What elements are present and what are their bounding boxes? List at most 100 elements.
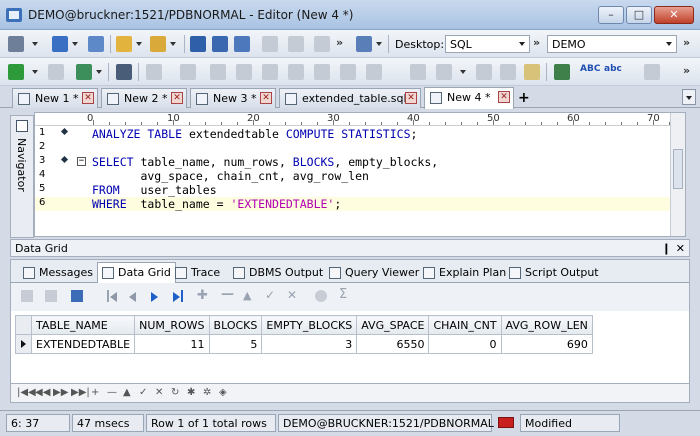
column-header[interactable]: AVG_ROW_LEN: [500, 315, 593, 335]
last-record-icon[interactable]: [173, 292, 180, 302]
editor-scrollbar[interactable]: [670, 113, 685, 236]
data-grid[interactable]: TABLE_NAME NUM_ROWS BLOCKS EMPTY_BLOCKS AVG_…: [10, 311, 690, 383]
new-tab-icon[interactable]: +: [518, 90, 530, 106]
column-header[interactable]: AVG_SPACE: [356, 315, 430, 335]
close-button[interactable]: ✕: [654, 6, 694, 24]
desktop-select[interactable]: SQL: [445, 35, 530, 53]
desktop-icon[interactable]: [356, 36, 372, 52]
chevron-down-icon[interactable]: [170, 42, 176, 46]
column-header[interactable]: TABLE_NAME: [30, 315, 136, 335]
toolbar-overflow-icon[interactable]: »: [683, 64, 690, 77]
column-header[interactable]: CHAIN_CNT: [428, 315, 502, 335]
tab-dbms-output[interactable]: DBMS Output: [229, 263, 327, 283]
chevron-down-icon[interactable]: [136, 42, 142, 46]
result-tabs: Messages Data Grid Trace DBMS Output Que…: [10, 259, 690, 284]
table-cell[interactable]: 5: [208, 334, 263, 354]
chevron-down-icon[interactable]: [32, 42, 38, 46]
checklist-icon[interactable]: [554, 64, 570, 80]
toolbar-overflow-icon[interactable]: »: [336, 36, 343, 49]
tab-script-output[interactable]: Script Output: [505, 263, 603, 283]
chevron-down-icon[interactable]: [376, 42, 382, 46]
filter-rows-icon[interactable]: ◈: [219, 387, 227, 398]
edit-icon[interactable]: ▲: [123, 387, 131, 398]
table-cell[interactable]: 6550: [356, 334, 430, 354]
tab-new-4[interactable]: New 4 * ✕: [424, 87, 514, 109]
toolbar-overflow-icon[interactable]: »: [533, 36, 540, 49]
row-indicator[interactable]: [15, 334, 32, 354]
table-cell[interactable]: 11: [134, 334, 210, 354]
editor-line[interactable]: 6 WHERE table_name = 'EXTENDEDTABLE';: [35, 197, 671, 211]
next-record-icon[interactable]: [151, 292, 158, 302]
sql-editor[interactable]: 0 10 20 30 40 50 60 70 1 ANALYZE TABLE extendedt…: [34, 112, 686, 237]
maximize-button[interactable]: □: [626, 6, 652, 24]
schema-select[interactable]: DEMO: [547, 35, 677, 53]
tab-messages[interactable]: Messages: [19, 263, 97, 283]
close-tab-icon[interactable]: ✕: [82, 92, 94, 104]
connect-icon[interactable]: [8, 36, 24, 52]
execute-icon[interactable]: [8, 64, 24, 80]
export-icon[interactable]: [71, 290, 83, 302]
toolbar-overflow-icon[interactable]: »: [683, 36, 690, 49]
table-cell[interactable]: 3: [261, 334, 358, 354]
tab-explain-plan[interactable]: Explain Plan: [419, 263, 510, 283]
insert-icon[interactable]: +: [91, 387, 99, 398]
bookmark-set-icon[interactable]: ✱: [187, 387, 195, 398]
chevron-down-icon[interactable]: [72, 42, 78, 46]
close-tab-icon[interactable]: ✕: [405, 92, 417, 104]
tab-new-2[interactable]: New 2 * ✕: [101, 88, 187, 108]
uppercase-icon[interactable]: ABC: [580, 64, 600, 80]
table-row[interactable]: EXTENDEDTABLE 11 5 3 6550 0 690: [15, 334, 593, 354]
save-all-icon[interactable]: [234, 36, 250, 52]
column-header[interactable]: NUM_ROWS: [134, 315, 210, 335]
lowercase-icon[interactable]: abc: [604, 64, 624, 80]
editor-line[interactable]: 1 ANALYZE TABLE extendedtable COMPUTE STA…: [35, 127, 671, 141]
close-tab-icon[interactable]: ✕: [498, 91, 510, 103]
save-icon[interactable]: [190, 36, 206, 52]
recent-files-icon[interactable]: [150, 36, 166, 52]
tab-new-3[interactable]: New 3 * ✕: [190, 88, 276, 108]
open-folder-icon[interactable]: [116, 36, 132, 52]
navigator-panel[interactable]: Navigator: [10, 115, 34, 238]
table-cell[interactable]: 0: [428, 334, 502, 354]
grid-corner[interactable]: [15, 315, 32, 335]
clipboard-icon[interactable]: [524, 64, 540, 80]
prior-page-icon[interactable]: ◀◀: [35, 387, 50, 398]
chevron-down-icon[interactable]: [32, 70, 38, 74]
close-tab-icon[interactable]: ✕: [171, 92, 183, 104]
column-header[interactable]: BLOCKS: [208, 315, 263, 335]
table-cell[interactable]: EXTENDEDTABLE: [30, 334, 136, 354]
close-tab-icon[interactable]: ✕: [260, 92, 272, 104]
tab-data-grid[interactable]: Data Grid: [97, 262, 176, 284]
fold-toggle-icon[interactable]: −: [77, 157, 86, 166]
column-header[interactable]: EMPTY_BLOCKS: [261, 315, 358, 335]
editor-line[interactable]: 5 FROM user_tables: [35, 183, 671, 197]
refresh-icon[interactable]: ↻: [171, 387, 179, 398]
editor-line[interactable]: 4 avg_space, chain_cnt, avg_row_len: [35, 169, 671, 183]
delete-icon[interactable]: —: [107, 387, 117, 398]
chevron-down-icon[interactable]: [460, 70, 466, 74]
bookmark-goto-icon[interactable]: ✲: [203, 387, 211, 398]
last-icon[interactable]: ▶▶|: [71, 387, 90, 398]
next-page-icon[interactable]: ▶▶: [53, 387, 68, 398]
close-panel-icon[interactable]: ✕: [676, 242, 685, 255]
tab-query-viewer[interactable]: Query Viewer: [325, 263, 423, 283]
editor-line[interactable]: 3 − SELECT table_name, num_rows, BLOCKS, e…: [35, 155, 671, 169]
tab-new-1[interactable]: New 1 * ✕: [12, 88, 98, 108]
post-icon[interactable]: ✓: [139, 387, 147, 398]
save-as-icon[interactable]: [212, 36, 228, 52]
tab-list-dropdown[interactable]: [682, 89, 696, 105]
scrollbar-thumb[interactable]: [673, 149, 683, 189]
chevron-down-icon[interactable]: [96, 70, 102, 74]
editor-line[interactable]: 2: [35, 141, 671, 155]
pin-icon[interactable]: ❙: [662, 242, 671, 255]
sql-editor-icon[interactable]: [52, 36, 68, 52]
format-icon[interactable]: [116, 64, 132, 80]
disconnect-icon[interactable]: [88, 36, 104, 52]
first-icon[interactable]: |◀◀: [17, 387, 36, 398]
tab-extended-table-sql[interactable]: extended_table.sql ✕: [279, 88, 421, 108]
minimize-button[interactable]: –: [598, 6, 624, 24]
table-cell[interactable]: 690: [500, 334, 593, 354]
tab-trace[interactable]: Trace: [171, 263, 224, 283]
cancel-icon[interactable]: ✕: [155, 387, 163, 398]
execute-script-icon[interactable]: [76, 64, 92, 80]
